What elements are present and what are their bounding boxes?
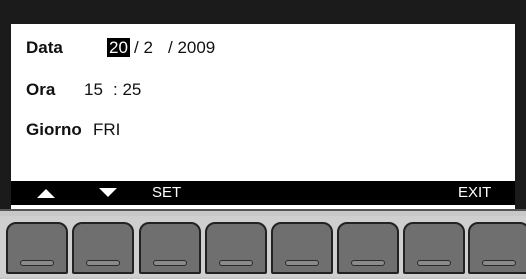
date-label: Data (26, 38, 63, 57)
button-grip-icon (351, 260, 385, 266)
hardware-button-3[interactable] (139, 222, 201, 274)
device-bezel-right (515, 24, 526, 209)
time-minute-value[interactable]: : 25 (113, 80, 141, 100)
triangle-up-icon (37, 189, 55, 198)
date-month-value[interactable]: / 2 (134, 38, 153, 58)
button-grip-icon (417, 260, 451, 266)
date-day-value[interactable]: 20 (107, 38, 130, 57)
date-year-value[interactable]: / 2009 (168, 38, 215, 58)
hardware-button-4[interactable] (205, 222, 267, 274)
up-softkey[interactable] (35, 181, 57, 205)
hardware-button-8[interactable] (468, 222, 526, 274)
hardware-button-7[interactable] (403, 222, 465, 274)
weekday-value[interactable]: FRI (93, 120, 120, 140)
button-grip-icon (482, 260, 516, 266)
date-day-field[interactable]: 20 (107, 38, 130, 58)
button-grip-icon (153, 260, 187, 266)
weekday-label: Giorno (26, 120, 82, 139)
hardware-button-1[interactable] (6, 222, 68, 274)
hardware-button-5[interactable] (271, 222, 333, 274)
button-grip-icon (285, 260, 319, 266)
exit-softkey[interactable]: EXIT (458, 181, 491, 205)
time-hour-value[interactable]: 15 (84, 80, 103, 100)
device-bezel-left (0, 24, 11, 209)
device-bezel-top (0, 0, 526, 24)
hardware-button-2[interactable] (72, 222, 134, 274)
down-softkey[interactable] (97, 181, 119, 205)
set-softkey[interactable]: SET (152, 181, 181, 205)
softkey-bar: SET EXIT (11, 181, 515, 205)
hardware-button-6[interactable] (337, 222, 399, 274)
button-grip-icon (219, 260, 253, 266)
button-grip-icon (20, 260, 54, 266)
button-grip-icon (86, 260, 120, 266)
triangle-down-icon (99, 188, 117, 197)
time-label: Ora (26, 80, 56, 99)
